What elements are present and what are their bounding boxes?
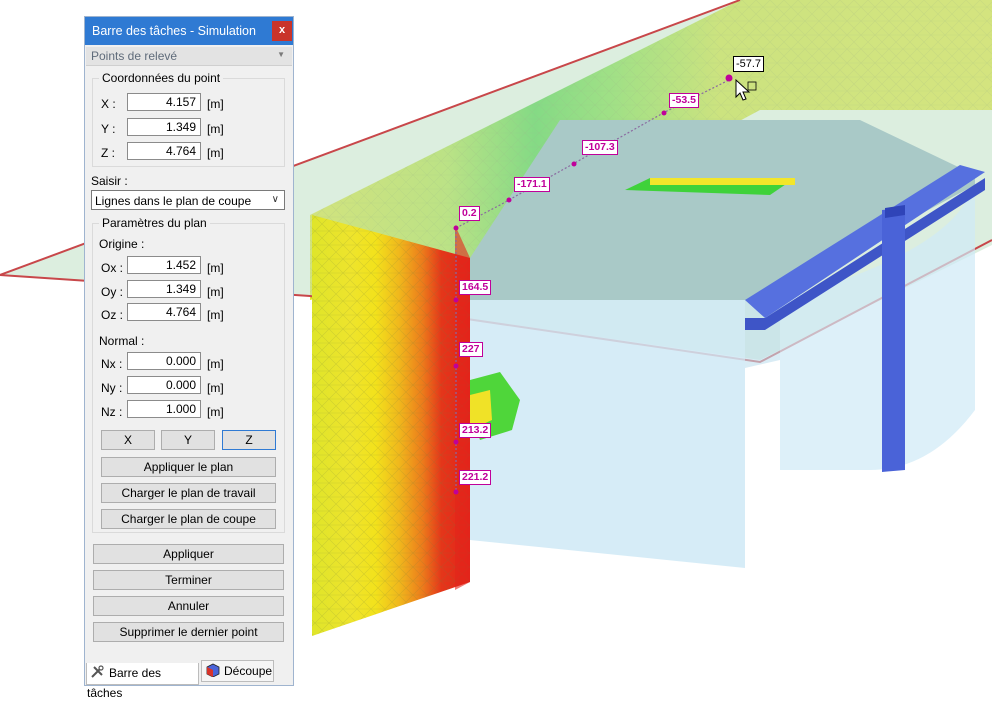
unit-label: [m] bbox=[207, 122, 224, 136]
apply-plane-button[interactable]: Appliquer le plan bbox=[101, 457, 276, 477]
ox-field[interactable] bbox=[127, 256, 201, 274]
axis-z-button[interactable]: Z bbox=[222, 430, 276, 450]
probe-label: 164.5 bbox=[459, 280, 492, 295]
finish-button[interactable]: Terminer bbox=[93, 570, 284, 590]
unit-label: [m] bbox=[207, 308, 224, 322]
panel-tabs: Barre des tâches Découpe bbox=[86, 660, 292, 700]
y-label: Y : bbox=[101, 122, 116, 136]
probe-label: -107.3 bbox=[582, 140, 618, 155]
section-header-points[interactable]: Points de relevé ▼ bbox=[86, 47, 292, 66]
probe-label: -53.5 bbox=[669, 93, 699, 108]
nz-label: Nz : bbox=[101, 405, 123, 419]
group-title: Paramètres du plan bbox=[99, 216, 210, 230]
capture-label: Saisir : bbox=[91, 174, 128, 188]
unit-label: [m] bbox=[207, 285, 224, 299]
oz-label: Oz : bbox=[101, 308, 124, 322]
point-coords-group: Coordonnées du point X : [m] Y : [m] Z :… bbox=[92, 71, 285, 167]
task-panel: Barre des tâches - Simulation x Points d… bbox=[84, 16, 294, 700]
oy-field[interactable] bbox=[127, 280, 201, 298]
cancel-button[interactable]: Annuler bbox=[93, 596, 284, 616]
unit-label: [m] bbox=[207, 357, 224, 371]
x-label: X : bbox=[101, 97, 116, 111]
nz-field[interactable] bbox=[127, 400, 201, 418]
capture-mode-select[interactable]: Lignes dans le plan de coupe ∨ bbox=[91, 190, 285, 210]
nx-label: Nx : bbox=[101, 357, 123, 371]
axis-y-button[interactable]: Y bbox=[161, 430, 215, 450]
plane-params-group: Paramètres du plan Origine : Ox : [m] Oy… bbox=[92, 216, 285, 533]
ny-label: Ny : bbox=[101, 381, 123, 395]
chevron-down-icon: ∨ bbox=[271, 194, 279, 205]
load-cut-plane-button[interactable]: Charger le plan de coupe bbox=[101, 509, 276, 529]
axis-x-button[interactable]: X bbox=[101, 430, 155, 450]
unit-label: [m] bbox=[207, 381, 224, 395]
load-work-plane-button[interactable]: Charger le plan de travail bbox=[101, 483, 276, 503]
probe-label: 0.2 bbox=[459, 206, 480, 221]
normal-label: Normal : bbox=[99, 334, 145, 348]
section-title: Points de relevé bbox=[91, 49, 178, 63]
nx-field[interactable] bbox=[127, 352, 201, 370]
ox-label: Ox : bbox=[101, 261, 124, 275]
probe-label: 221.2 bbox=[459, 470, 492, 485]
close-button[interactable]: x bbox=[272, 21, 292, 41]
oy-label: Oy : bbox=[101, 285, 124, 299]
panel-titlebar[interactable]: Barre des tâches - Simulation x bbox=[85, 17, 293, 45]
group-title: Coordonnées du point bbox=[99, 71, 224, 85]
tools-icon bbox=[91, 665, 104, 678]
unit-label: [m] bbox=[207, 146, 224, 160]
z-label: Z : bbox=[101, 146, 115, 160]
x-field[interactable] bbox=[127, 93, 201, 111]
probe-label: 227 bbox=[459, 342, 483, 357]
unit-label: [m] bbox=[207, 261, 224, 275]
unit-label: [m] bbox=[207, 97, 224, 111]
delete-last-point-button[interactable]: Supprimer le dernier point bbox=[93, 622, 284, 642]
tab-cutting[interactable]: Découpe bbox=[201, 660, 274, 682]
tab-taskbar[interactable]: Barre des tâches bbox=[86, 663, 199, 700]
chevron-down-icon: ▼ bbox=[277, 50, 285, 59]
ny-field[interactable] bbox=[127, 376, 201, 394]
apply-button[interactable]: Appliquer bbox=[93, 544, 284, 564]
unit-label: [m] bbox=[207, 405, 224, 419]
cube-icon bbox=[206, 663, 220, 677]
capture-mode-value: Lignes dans le plan de coupe bbox=[95, 194, 252, 208]
cursor-value-tooltip: -57.7 bbox=[733, 56, 764, 72]
y-field[interactable] bbox=[127, 118, 201, 136]
tab-label: Découpe bbox=[224, 664, 273, 678]
origin-label: Origine : bbox=[99, 237, 145, 251]
probe-label: -171.1 bbox=[514, 177, 550, 192]
panel-title: Barre des tâches - Simulation bbox=[92, 24, 256, 38]
z-field[interactable] bbox=[127, 142, 201, 160]
oz-field[interactable] bbox=[127, 303, 201, 321]
probe-label: 213.2 bbox=[459, 423, 492, 438]
